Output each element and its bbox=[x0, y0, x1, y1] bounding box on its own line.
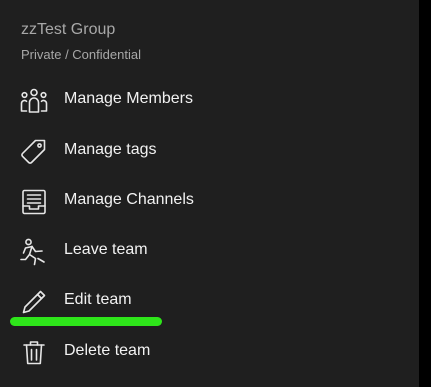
team-options-menu: zzTest Group Private / Confidential Mana… bbox=[0, 0, 419, 387]
delete-team-item[interactable]: Delete team bbox=[0, 327, 419, 377]
leave-team-item[interactable]: Leave team bbox=[0, 226, 419, 276]
screen-edge bbox=[419, 0, 431, 387]
manage-channels-item[interactable]: Manage Channels bbox=[0, 176, 419, 226]
channels-icon bbox=[18, 186, 50, 218]
team-members-icon bbox=[18, 85, 50, 117]
leave-team-label: Leave team bbox=[64, 241, 148, 258]
running-person-icon bbox=[18, 236, 50, 268]
team-privacy-label: Private / Confidential bbox=[21, 47, 141, 62]
delete-team-label: Delete team bbox=[64, 342, 151, 359]
manage-members-item[interactable]: Manage Members bbox=[0, 75, 419, 125]
manage-members-label: Manage Members bbox=[64, 90, 193, 107]
pencil-icon bbox=[18, 286, 50, 318]
tag-icon bbox=[18, 136, 50, 168]
manage-tags-label: Manage tags bbox=[64, 141, 157, 158]
edit-team-label: Edit team bbox=[64, 291, 132, 308]
trash-icon bbox=[18, 337, 50, 369]
team-name: zzTest Group bbox=[21, 21, 116, 38]
manage-channels-label: Manage Channels bbox=[64, 191, 194, 208]
highlight-annotation bbox=[10, 317, 162, 326]
manage-tags-item[interactable]: Manage tags bbox=[0, 126, 419, 176]
